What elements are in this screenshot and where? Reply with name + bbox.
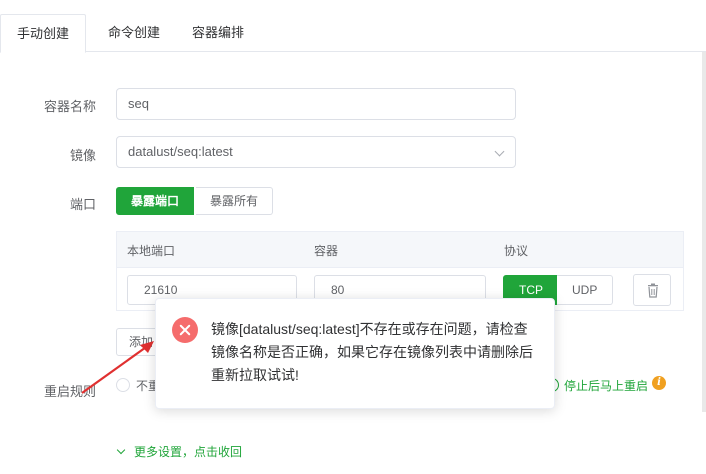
image-label: 镜像 [69, 148, 96, 163]
error-message-popup: 镜像[datalust/seq:latest]不存在或存在问题，请检查镜像名称是… [155, 298, 555, 409]
port-label: 端口 [69, 197, 96, 212]
delete-row-button[interactable] [633, 274, 671, 306]
container-name-input[interactable]: seq [116, 88, 516, 120]
container-name-label: 容器名称 [43, 99, 96, 114]
header-local-port: 本地端口 [127, 244, 176, 258]
expose-all-button[interactable]: 暴露所有 [196, 187, 274, 215]
port-table-header: 本地端口 容器 协议 [117, 232, 683, 268]
trash-icon [648, 283, 658, 298]
header-protocol: 协议 [504, 244, 529, 258]
restart-policy-label: 重启规则 [43, 384, 96, 399]
expose-port-button[interactable]: 暴露端口 [116, 187, 195, 215]
tab-bar: 手动创建 命令创建 容器编排 [0, 0, 706, 53]
error-close-icon [172, 317, 198, 343]
image-select-value: datalust/seq:latest [128, 144, 233, 159]
restart-option-no-radio[interactable] [116, 378, 130, 392]
more-settings-toggle[interactable]: 更多设置，点击收回 [116, 443, 243, 460]
chevron-down-icon [116, 445, 126, 455]
restart-always-label: 停止后马上重启 [564, 379, 649, 393]
tab-manual-create[interactable]: 手动创建 [0, 14, 86, 53]
image-select[interactable]: datalust/seq:latest [116, 136, 516, 168]
tab-command-create[interactable]: 命令创建 [92, 14, 176, 52]
tab-container-compose[interactable]: 容器编排 [176, 14, 260, 52]
protocol-udp-button[interactable]: UDP [557, 275, 614, 305]
error-message-text: 镜像[datalust/seq:latest]不存在或存在问题，请检查镜像名称是… [211, 321, 533, 383]
header-container: 容器 [314, 244, 339, 258]
chevron-down-icon [494, 146, 505, 157]
more-settings-label: 更多设置，点击收回 [134, 445, 243, 459]
help-icon[interactable]: i [652, 376, 666, 390]
scrollbar[interactable] [702, 52, 706, 412]
